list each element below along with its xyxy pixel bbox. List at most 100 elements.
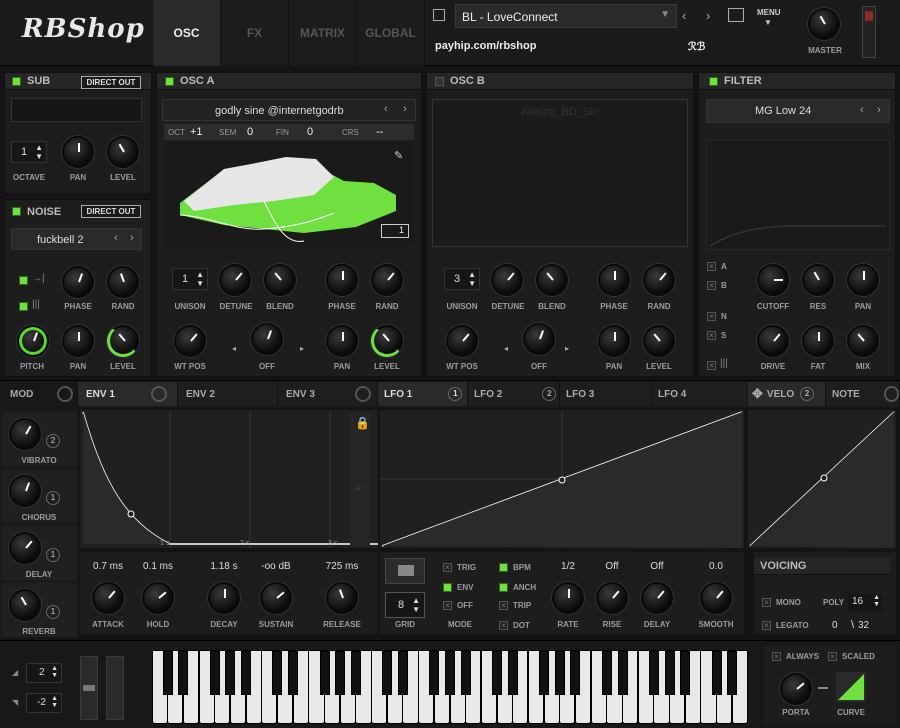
black-key[interactable] — [162, 651, 173, 695]
legato-toggle[interactable]: × — [762, 621, 771, 630]
pitch-bend-up-spinner[interactable]: 2 ▲ ▼ — [26, 663, 62, 683]
osc-a-detune-knob[interactable] — [219, 264, 251, 296]
drag-move-icon[interactable]: ✥ — [752, 386, 763, 402]
tab-global[interactable]: GLOBAL — [357, 0, 425, 66]
black-key[interactable] — [335, 651, 346, 695]
noise-pitch-knob[interactable] — [17, 325, 49, 357]
black-key[interactable] — [601, 651, 612, 695]
osc-a-rand-knob[interactable] — [371, 264, 403, 296]
black-key[interactable] — [272, 651, 283, 695]
noise-preset-selector[interactable]: fuckbell 2 — [11, 228, 142, 250]
osc-a-unison-spinner[interactable]: 1 ▲ ▼ — [172, 268, 208, 290]
black-key[interactable] — [570, 651, 581, 695]
tab-matrix[interactable]: MATRIX — [289, 0, 357, 66]
filter-route-s[interactable]: × — [707, 331, 716, 340]
osc-b-wavetable-name[interactable]: Analog_BD_Sin — [521, 106, 599, 118]
osc-b-detune-knob[interactable] — [491, 264, 523, 296]
filter-cutoff-knob[interactable] — [757, 264, 789, 296]
lfo-trip-toggle[interactable]: × — [499, 601, 508, 610]
lfo-env-toggle[interactable] — [443, 583, 452, 592]
osc-a-level-knob[interactable] — [371, 325, 403, 357]
osc-a-blend-knob[interactable] — [264, 264, 296, 296]
black-key[interactable] — [178, 651, 189, 695]
noise-retrig-toggle[interactable] — [19, 276, 28, 285]
always-toggle[interactable]: × — [772, 652, 781, 661]
attack-knob[interactable] — [92, 582, 124, 614]
fx-0-amount-knob[interactable] — [9, 418, 41, 450]
black-key[interactable] — [350, 651, 361, 695]
pitch-wheel[interactable] — [80, 656, 98, 720]
mod-wheel[interactable] — [106, 656, 124, 720]
osc-b-warp-knob[interactable] — [523, 323, 555, 355]
sub-pan-knob[interactable] — [62, 136, 94, 168]
tab-env1[interactable]: ENV 1 — [78, 382, 178, 406]
edit-pencil-icon[interactable]: ✎ — [394, 149, 403, 162]
osc-a-fin-value[interactable]: 0 — [307, 126, 313, 138]
tab-lfo2[interactable]: LFO 22 — [468, 382, 560, 406]
master-knob[interactable] — [808, 8, 840, 40]
noise-level-knob[interactable] — [107, 325, 139, 357]
zoom-icon[interactable]: ⌕ — [355, 480, 362, 495]
black-key[interactable] — [492, 651, 503, 695]
osc-a-pan-knob[interactable] — [326, 325, 358, 357]
black-key[interactable] — [664, 651, 675, 695]
noise-next-button[interactable]: › — [130, 232, 134, 244]
lfo-off-toggle[interactable]: × — [443, 601, 452, 610]
osc-a-wtpos-knob[interactable] — [174, 325, 206, 357]
osc-a-enable-toggle[interactable] — [165, 76, 174, 86]
sub-enable-toggle[interactable] — [12, 76, 21, 86]
black-key[interactable] — [241, 651, 252, 695]
filter-mix-knob[interactable] — [847, 325, 879, 357]
black-key[interactable] — [225, 651, 236, 695]
lfo-trig-toggle[interactable]: × — [443, 563, 452, 572]
osc-a-phase-knob[interactable] — [326, 264, 358, 296]
osc-b-enable-toggle[interactable] — [435, 76, 444, 86]
filter-keytrack-toggle[interactable]: × — [707, 361, 716, 370]
hold-knob[interactable] — [142, 582, 174, 614]
osc-b-warp-prev[interactable]: ◂ — [504, 344, 508, 353]
scaled-toggle[interactable]: × — [828, 652, 837, 661]
fx-3-amount-knob[interactable] — [9, 589, 41, 621]
tab-lfo1[interactable]: LFO 11 — [378, 382, 468, 406]
filter-next-button[interactable]: › — [877, 104, 881, 116]
fx-1-amount-knob[interactable] — [9, 475, 41, 507]
tab-lfo3[interactable]: LFO 3 — [560, 382, 652, 406]
black-key[interactable] — [429, 651, 440, 695]
lfo-anch-toggle[interactable] — [499, 583, 508, 592]
osc-b-blend-knob[interactable] — [536, 264, 568, 296]
black-key[interactable] — [209, 651, 220, 695]
black-key[interactable] — [397, 651, 408, 695]
black-key[interactable] — [507, 651, 518, 695]
black-key[interactable] — [711, 651, 722, 695]
env-graph[interactable] — [80, 410, 378, 548]
tab-env2[interactable]: ENV 2 — [178, 382, 278, 406]
lfo-rate-knob[interactable] — [552, 582, 584, 614]
noise-direct-out-button[interactable]: DIRECT OUT — [81, 205, 141, 218]
lock-icon[interactable]: 🔒 — [355, 416, 370, 430]
lfo-preset-folder-button[interactable] — [385, 558, 425, 584]
sub-octave-spinner[interactable]: 1 ▲ ▼ — [11, 141, 47, 163]
osc-a-prev-button[interactable]: ‹ — [384, 103, 388, 115]
filter-res-knob[interactable] — [802, 264, 834, 296]
tab-velo[interactable]: ✥ VELO 2 — [748, 382, 826, 406]
save-icon[interactable] — [433, 9, 445, 21]
black-key[interactable] — [554, 651, 565, 695]
lfo-dot-toggle[interactable]: × — [499, 621, 508, 630]
noise-phase-knob[interactable] — [62, 266, 94, 298]
osc-a-warp-prev[interactable]: ◂ — [232, 344, 236, 353]
lfo-smooth-knob[interactable] — [700, 582, 732, 614]
osc-a-oct-value[interactable]: +1 — [190, 126, 203, 138]
decay-knob[interactable] — [208, 582, 240, 614]
mod-tab[interactable]: MOD — [0, 382, 78, 406]
filter-prev-button[interactable]: ‹ — [860, 104, 864, 116]
osc-b-wtpos-knob[interactable] — [446, 325, 478, 357]
tab-osc[interactable]: OSC — [153, 0, 221, 66]
pitch-bend-down-spinner[interactable]: -2 ▲ ▼ — [26, 693, 62, 713]
poly-spinner[interactable]: 16 ▲ ▼ — [848, 594, 882, 612]
sustain-knob[interactable] — [260, 582, 292, 614]
porta-curve-display[interactable] — [836, 672, 866, 702]
sub-level-knob[interactable] — [107, 136, 139, 168]
mono-toggle[interactable]: × — [762, 598, 771, 607]
black-key[interactable] — [648, 651, 659, 695]
porta-knob[interactable] — [780, 673, 812, 705]
